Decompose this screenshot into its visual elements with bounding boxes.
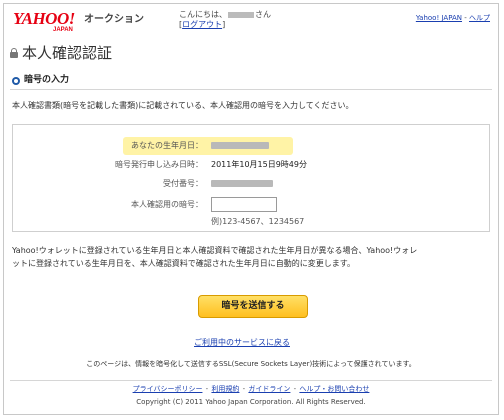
section-heading: 暗号の入力 bbox=[12, 75, 69, 86]
bracket-close: ] bbox=[222, 20, 226, 29]
pin-input[interactable] bbox=[211, 197, 277, 212]
yahoo-japan-link[interactable]: Yahoo! JAPAN bbox=[416, 14, 462, 22]
yahoo-japan-logo[interactable]: YAHOO! JAPAN bbox=[13, 10, 79, 35]
wallet-notice-line2: ットに登録されている生年月日を、本人確認資料で確認された生年月日に自動的に変更し… bbox=[12, 259, 355, 268]
pin-row: 本人確認用の暗号： 例)123-4567、1234567 bbox=[13, 197, 489, 226]
privacy-policy-link[interactable]: プライバシーポリシー bbox=[133, 385, 203, 393]
greeting-prefix: こんにちは、 bbox=[179, 10, 227, 19]
receipt-row: 受付番号： bbox=[13, 178, 489, 192]
header: YAHOO! JAPAN オークション こんにちは、 さん [ログアウト] Yah… bbox=[4, 4, 498, 39]
pin-example: 例)123-4567、1234567 bbox=[211, 217, 305, 226]
masked-receipt-number bbox=[211, 180, 273, 187]
wallet-notice-line1: Yahoo!ウォレットに登録されている生年月日と本人確認資料で確認された生年月日… bbox=[12, 246, 418, 255]
birthdate-value bbox=[211, 141, 269, 151]
ssl-note: このページは、情報を暗号化して送信するSSL(Secure Sockets La… bbox=[86, 360, 416, 368]
footer-separator: - bbox=[240, 385, 248, 393]
wallet-notice: Yahoo!ウォレットに登録されている生年月日と本人確認資料で確認された生年月日… bbox=[12, 244, 498, 270]
help-link[interactable]: ヘルプ bbox=[469, 14, 490, 22]
masked-username bbox=[228, 11, 254, 18]
top-right-links: Yahoo! JAPAN - ヘルプ bbox=[416, 14, 490, 23]
page-title-text: 本人確認認証 bbox=[22, 44, 113, 62]
pin-label: 本人確認用の暗号： bbox=[131, 200, 203, 209]
footer-divider bbox=[10, 380, 492, 381]
guidelines-link[interactable]: ガイドライン bbox=[248, 385, 290, 393]
back-to-service-link[interactable]: ご利用中のサービスに戻る bbox=[194, 338, 290, 348]
page-container: YAHOO! JAPAN オークション こんにちは、 さん [ログアウト] Yah… bbox=[3, 3, 499, 415]
circle-bullet-icon bbox=[12, 76, 20, 85]
page-title: 本人確認認証 bbox=[10, 44, 112, 63]
help-contact-link[interactable]: ヘルプ・お問い合わせ bbox=[299, 385, 369, 393]
logo-text: YAHOO! bbox=[13, 9, 75, 28]
logo-sub-text: JAPAN bbox=[53, 27, 73, 33]
user-greeting: こんにちは、 さん [ログアウト] bbox=[179, 10, 271, 30]
footer-separator: - bbox=[291, 385, 299, 393]
greeting-suffix: さん bbox=[255, 10, 271, 19]
issue-date-row: 暗号発行申し込み日時： 2011年10月15日9時49分 bbox=[13, 159, 489, 173]
link-separator: - bbox=[462, 14, 469, 22]
copyright: Copyright (C) 2011 Yahoo Japan Corporati… bbox=[136, 398, 366, 406]
section-divider bbox=[10, 89, 492, 90]
issue-date-label: 暗号発行申し込み日時： bbox=[115, 160, 203, 169]
footer-separator: - bbox=[203, 385, 211, 393]
birthdate-label: あなたの生年月日： bbox=[131, 141, 203, 150]
section-heading-text: 暗号の入力 bbox=[24, 75, 70, 85]
receipt-value bbox=[211, 179, 273, 189]
service-name: オークション bbox=[84, 14, 144, 25]
submit-pin-button[interactable]: 暗号を送信する bbox=[198, 295, 308, 318]
instruction-text: 本人確認書類(暗号を記載した書類)に記載されている、本人確認用の暗号を入力してく… bbox=[12, 101, 354, 110]
receipt-label: 受付番号： bbox=[163, 179, 203, 188]
pin-form-box: あなたの生年月日： 暗号発行申し込み日時： 2011年10月15日9時49分 受… bbox=[12, 124, 490, 232]
logout-link[interactable]: ログアウト bbox=[182, 20, 222, 29]
masked-birthdate bbox=[211, 142, 269, 149]
terms-link[interactable]: 利用規約 bbox=[211, 385, 239, 393]
birthdate-row: あなたの生年月日： bbox=[13, 137, 489, 155]
footer-links: プライバシーポリシー - 利用規約 - ガイドライン - ヘルプ・お問い合わせ bbox=[4, 385, 498, 394]
lock-icon bbox=[10, 48, 18, 59]
issue-date-value: 2011年10月15日9時49分 bbox=[211, 160, 307, 169]
